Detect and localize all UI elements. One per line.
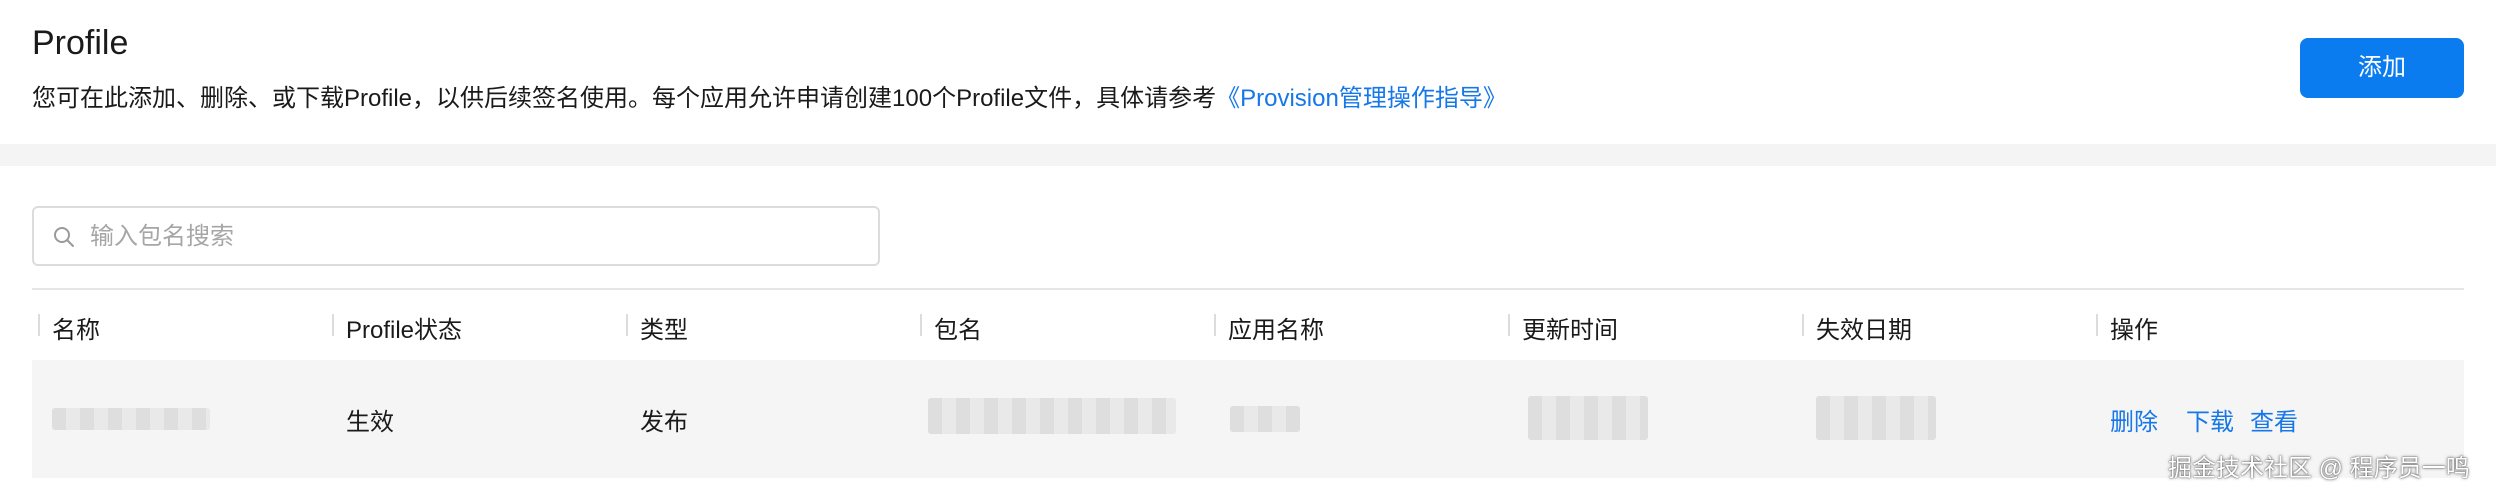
row-type: 发布: [640, 409, 688, 436]
profile-page: Profile 您可在此添加、删除、或下载Profile，以供后续签名使用。每个…: [0, 0, 2496, 494]
column-header-updated[interactable]: 更新时间: [1508, 310, 1618, 345]
column-header-actions: 操作: [2096, 310, 2158, 345]
redacted-app-name: [1230, 406, 1300, 432]
column-header-app-name[interactable]: 应用名称: [1214, 310, 1324, 345]
column-header-type[interactable]: 类型: [626, 310, 688, 345]
table-row: 生效 发布 删除 下载 查看: [32, 360, 2464, 478]
download-link[interactable]: 下载: [2186, 402, 2234, 437]
search-input[interactable]: [88, 216, 852, 258]
description-text: 您可在此添加、删除、或下载Profile，以供后续签名使用。每个应用允许申请创建…: [32, 85, 1217, 112]
search-box[interactable]: [32, 206, 880, 266]
row-status: 生效: [346, 409, 394, 436]
page-title: Profile: [32, 24, 129, 62]
add-profile-button[interactable]: 添加: [2300, 38, 2464, 98]
redacted-name: [52, 408, 210, 430]
provision-guide-link[interactable]: 《Provision管理操作指导》: [1216, 85, 1507, 112]
page-header: Profile 您可在此添加、删除、或下载Profile，以供后续签名使用。每个…: [0, 0, 2496, 144]
redacted-package: [928, 398, 1176, 434]
column-header-expires[interactable]: 失效日期: [1802, 310, 1912, 345]
page-description: 您可在此添加、删除、或下载Profile，以供后续签名使用。每个应用允许申请创建…: [32, 78, 1507, 113]
table-header: 名称 Profile状态 类型 包名 应用名称 更新时间 失效日期 操作: [32, 288, 2464, 360]
column-header-package[interactable]: 包名: [920, 310, 982, 345]
profile-table: 名称 Profile状态 类型 包名 应用名称 更新时间 失效日期 操作 生效 …: [32, 288, 2464, 478]
column-header-status[interactable]: Profile状态: [332, 310, 462, 345]
redacted-expiry-date: [1816, 396, 1936, 440]
search-icon: [54, 227, 74, 247]
column-header-name[interactable]: 名称: [38, 310, 100, 345]
redacted-updated-time: [1528, 396, 1648, 440]
delete-link[interactable]: 删除: [2110, 402, 2158, 437]
view-link[interactable]: 查看: [2250, 402, 2298, 437]
section-divider: [0, 144, 2496, 166]
watermark: 掘金技术社区 @ 程序员一鸣: [2168, 455, 2470, 482]
